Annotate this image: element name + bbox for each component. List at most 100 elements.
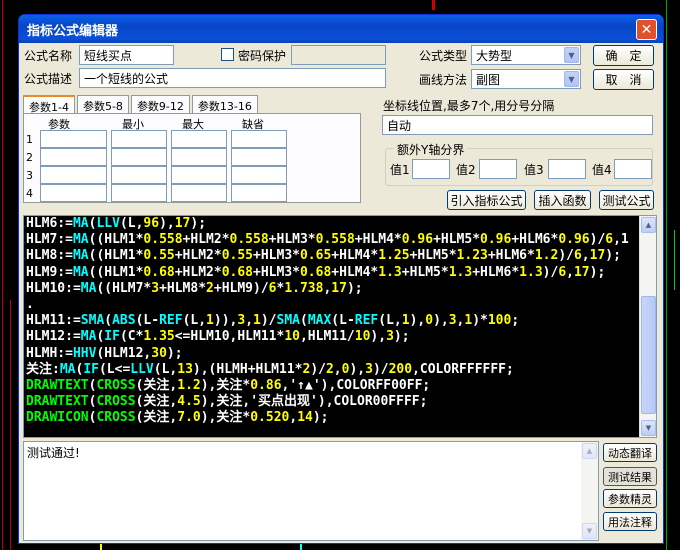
param-name-field[interactable] bbox=[40, 130, 107, 148]
param-min-field[interactable] bbox=[111, 184, 167, 202]
code-token: SMA bbox=[276, 313, 300, 329]
code-token: ); bbox=[393, 329, 410, 345]
test-result-area[interactable]: 测试通过! ▲ ▼ bbox=[23, 441, 599, 541]
formula-name-input[interactable]: 短线买点 bbox=[79, 45, 174, 65]
value4-input[interactable] bbox=[614, 159, 652, 179]
formula-desc-input[interactable]: 一个短线的公式 bbox=[79, 68, 386, 88]
code-line: HLM8:=MA((HLM1*0.55+HLM2*0.55+HLM3*0.65+… bbox=[26, 248, 638, 264]
scroll-thumb[interactable] bbox=[641, 296, 656, 414]
import-formula-button[interactable]: 引入指标公式 bbox=[447, 190, 526, 210]
code-token: , bbox=[566, 264, 574, 280]
param-max-field[interactable] bbox=[171, 166, 227, 184]
param-max-field[interactable] bbox=[171, 148, 227, 166]
code-token: 0.55 bbox=[221, 248, 254, 264]
code-token: +HLM2* bbox=[174, 264, 222, 280]
code-token: )* bbox=[472, 313, 488, 329]
code-token: ABS bbox=[112, 313, 136, 329]
value2-input[interactable] bbox=[479, 159, 517, 179]
tab-params-1-4[interactable]: 参数1-4 bbox=[23, 95, 75, 115]
param-default-field[interactable] bbox=[231, 184, 287, 202]
param-min-field[interactable] bbox=[111, 166, 167, 184]
code-token: 关注: bbox=[26, 361, 60, 377]
close-button[interactable]: ✕ bbox=[636, 19, 657, 40]
param-max-field[interactable] bbox=[171, 130, 227, 148]
code-token: HLM8:= bbox=[26, 248, 73, 264]
extra-y-axis-title: 额外Y轴分界 bbox=[394, 141, 468, 158]
insert-function-button[interactable]: 插入函数 bbox=[534, 190, 591, 210]
code-token: . bbox=[26, 296, 34, 312]
param-name-field[interactable] bbox=[40, 166, 107, 184]
code-token: IF bbox=[104, 329, 120, 345]
param-wizard-button[interactable]: 参数精灵 bbox=[603, 489, 657, 508]
result-scrollbar[interactable]: ▲ ▼ bbox=[581, 442, 598, 540]
code-token: ), bbox=[370, 329, 387, 345]
code-token: REF bbox=[354, 313, 379, 329]
param-min-field[interactable] bbox=[111, 148, 167, 166]
value1-label: 值1 bbox=[390, 163, 410, 177]
formula-type-select[interactable]: 大势型 ▼ bbox=[471, 45, 581, 65]
code-token: (HLM12, bbox=[96, 345, 152, 361]
param-name-field[interactable] bbox=[40, 184, 107, 202]
code-token: 3 bbox=[365, 361, 373, 377]
bg-line bbox=[674, 230, 675, 290]
value3-input[interactable] bbox=[548, 159, 586, 179]
tab-params-9-12[interactable]: 参数9-12 bbox=[130, 95, 190, 113]
coord-lines-input[interactable]: 自动 bbox=[382, 115, 653, 135]
editor-scrollbar[interactable]: ▲ ▼ bbox=[639, 216, 656, 437]
tab-params-5-8[interactable]: 参数5-8 bbox=[76, 95, 129, 113]
code-token: ); bbox=[605, 248, 621, 264]
code-line: HLM10:=MA((HLM7*3+HLM8*2+HLM9)/6*1.738,1… bbox=[26, 281, 638, 297]
code-token: ,COLORFFFFFF; bbox=[412, 361, 514, 377]
scroll-up-icon[interactable]: ▲ bbox=[641, 217, 656, 233]
cancel-button[interactable]: 取 消 bbox=[593, 69, 654, 90]
code-token: MA bbox=[72, 232, 89, 248]
param-default-field[interactable] bbox=[231, 166, 287, 184]
code-token: )/ bbox=[542, 264, 559, 280]
value3-label: 值3 bbox=[524, 163, 544, 177]
code-token: SMA bbox=[80, 313, 105, 329]
param-row-number: 2 bbox=[26, 151, 33, 164]
chevron-down-icon[interactable]: ▼ bbox=[564, 71, 579, 87]
chevron-down-icon[interactable]: ▼ bbox=[564, 47, 579, 63]
bg-line bbox=[666, 0, 667, 550]
param-name-field[interactable] bbox=[40, 148, 107, 166]
coord-lines-label: 坐标线位置,最多7个,用分号分隔 bbox=[383, 99, 555, 113]
code-token: 3 bbox=[448, 313, 457, 329]
code-token: ,'↑▲'),COLORFF00FF; bbox=[281, 377, 431, 393]
code-token: HHV bbox=[72, 345, 97, 361]
title-bar[interactable]: 指标公式编辑器 ✕ bbox=[19, 15, 663, 43]
param-default-field[interactable] bbox=[231, 148, 287, 166]
scroll-down-icon[interactable]: ▼ bbox=[582, 523, 597, 539]
ok-button[interactable]: 确 定 bbox=[593, 45, 654, 66]
draw-method-select[interactable]: 副图 ▼ bbox=[471, 69, 581, 89]
code-token: )/ bbox=[310, 361, 326, 377]
code-token: +HLM8* bbox=[159, 280, 207, 296]
code-token: +HLM5* bbox=[409, 248, 457, 264]
value1-input[interactable] bbox=[412, 159, 450, 179]
code-token: 100 bbox=[487, 313, 512, 329]
scroll-down-icon[interactable]: ▼ bbox=[641, 420, 656, 436]
tab-params-13-16[interactable]: 参数13-16 bbox=[191, 95, 258, 113]
test-formula-button[interactable]: 测试公式 bbox=[599, 190, 654, 210]
code-token: 0.558 bbox=[315, 232, 355, 248]
code-token: 0 bbox=[425, 313, 434, 329]
param-default-field[interactable] bbox=[231, 130, 287, 148]
password-checkbox[interactable] bbox=[221, 48, 234, 61]
test-result-button[interactable]: 测试结果 bbox=[603, 467, 657, 486]
password-input[interactable] bbox=[291, 45, 386, 65]
dynamic-translate-button[interactable]: 动态翻译 bbox=[603, 443, 657, 462]
code-token: 6 bbox=[558, 264, 567, 280]
param-max-field[interactable] bbox=[171, 184, 227, 202]
code-line: 关注:MA(IF(L<=LLV(L,13),(HLMH+HLM11*2)/2,0… bbox=[26, 362, 638, 378]
code-token: MA bbox=[72, 248, 89, 264]
usage-notes-button[interactable]: 用法注释 bbox=[603, 512, 657, 531]
scroll-up-icon[interactable]: ▲ bbox=[582, 443, 597, 459]
code-token: 3 bbox=[237, 313, 246, 329]
code-token: DRAWTEXT bbox=[26, 377, 89, 393]
code-editor[interactable]: HLM6:=MA(LLV(L,96),17); HLM7:=MA((HLM1*0.… bbox=[23, 215, 657, 438]
param-min-field[interactable] bbox=[111, 130, 167, 148]
formula-type-value: 大势型 bbox=[476, 49, 513, 63]
code-token: ), bbox=[349, 361, 366, 377]
code-token: 1.3 bbox=[448, 264, 473, 280]
formula-editor-window: 指标公式编辑器 ✕ 公式名称 短线买点 密码保护 公式描述 一个短线的公式 公式… bbox=[18, 14, 664, 544]
